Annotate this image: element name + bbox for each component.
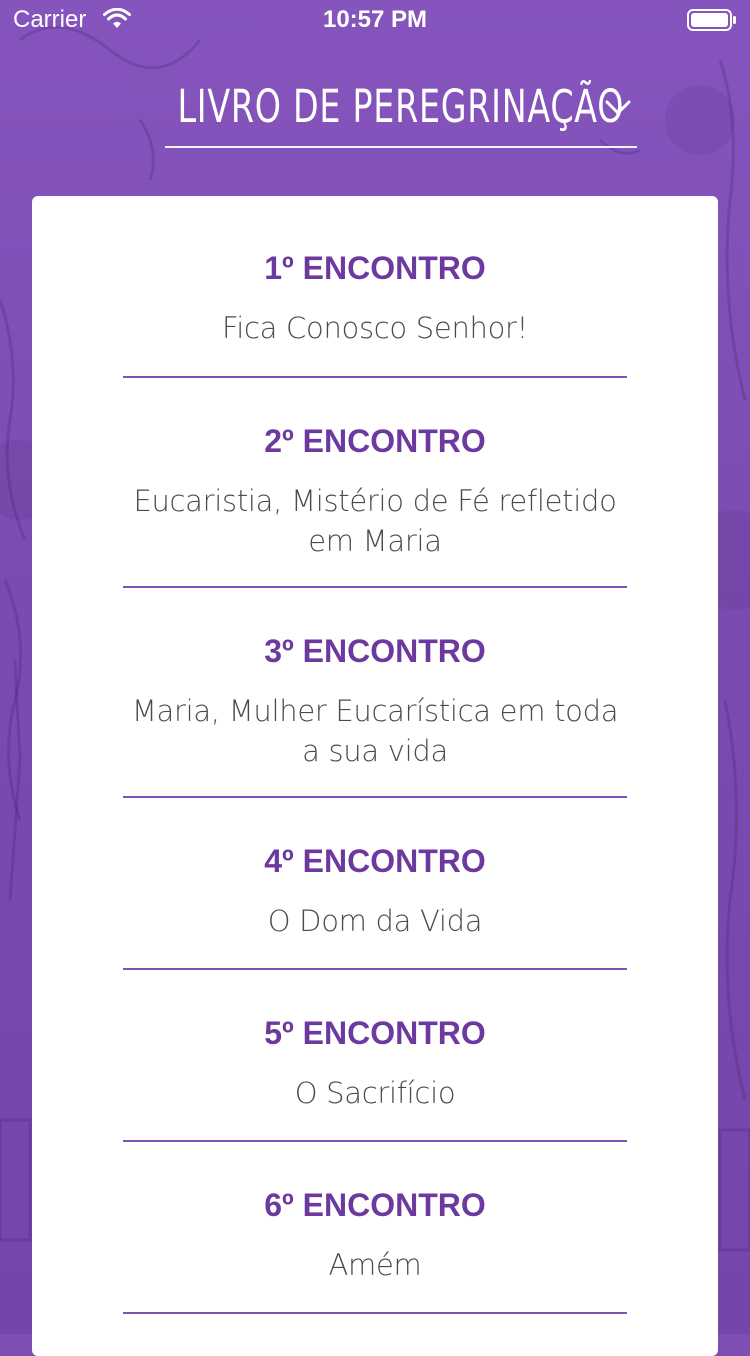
- encounter-item-2[interactable]: 2º ENCONTRO Eucaristia, Mistério de Fé r…: [123, 421, 627, 588]
- encounter-subtitle: O Dom da Vida: [267, 904, 483, 938]
- encounter-title: 1º ENCONTRO: [264, 250, 486, 286]
- encounter-subtitle: Eucaristia, Mistério de Fé refletido em …: [133, 484, 617, 558]
- chevron-down-icon[interactable]: [605, 100, 631, 116]
- encounter-subtitle: O Sacrifício: [294, 1076, 456, 1110]
- encounters-card: 1º ENCONTRO Fica Conosco Senhor! 2º ENCO…: [32, 196, 718, 1356]
- encounter-subtitle: Fica Conosco Senhor!: [222, 311, 528, 345]
- encounter-title: 4º ENCONTRO: [264, 843, 486, 879]
- page-title: LIVRO DE PEREGRINAÇÃO: [177, 80, 625, 133]
- encounter-item-1[interactable]: 1º ENCONTRO Fica Conosco Senhor!: [123, 248, 627, 378]
- encounter-title: 6º ENCONTRO: [264, 1187, 486, 1223]
- battery-icon: [687, 9, 736, 31]
- encounter-item-4[interactable]: 4º ENCONTRO O Dom da Vida: [123, 841, 627, 970]
- encounter-title: 5º ENCONTRO: [264, 1015, 486, 1051]
- status-bar: Carrier 10:57 PM: [0, 0, 750, 40]
- clock: 10:57 PM: [322, 6, 428, 33]
- book-selector[interactable]: LIVRO DE PEREGRINAÇÃO: [165, 68, 637, 148]
- encounter-title: 3º ENCONTRO: [264, 633, 486, 669]
- encounter-title: 2º ENCONTRO: [264, 423, 486, 459]
- encounter-subtitle: Maria, Mulher Eucarística em toda a sua …: [131, 694, 619, 768]
- encounter-item-5[interactable]: 5º ENCONTRO O Sacrifício: [123, 1013, 627, 1142]
- encounter-item-3[interactable]: 3º ENCONTRO Maria, Mulher Eucarística em…: [123, 631, 627, 798]
- encounter-item-6[interactable]: 6º ENCONTRO Amém: [123, 1185, 627, 1314]
- encounter-subtitle: Amém: [328, 1248, 422, 1282]
- header: LIVRO DE PEREGRINAÇÃO: [0, 60, 750, 160]
